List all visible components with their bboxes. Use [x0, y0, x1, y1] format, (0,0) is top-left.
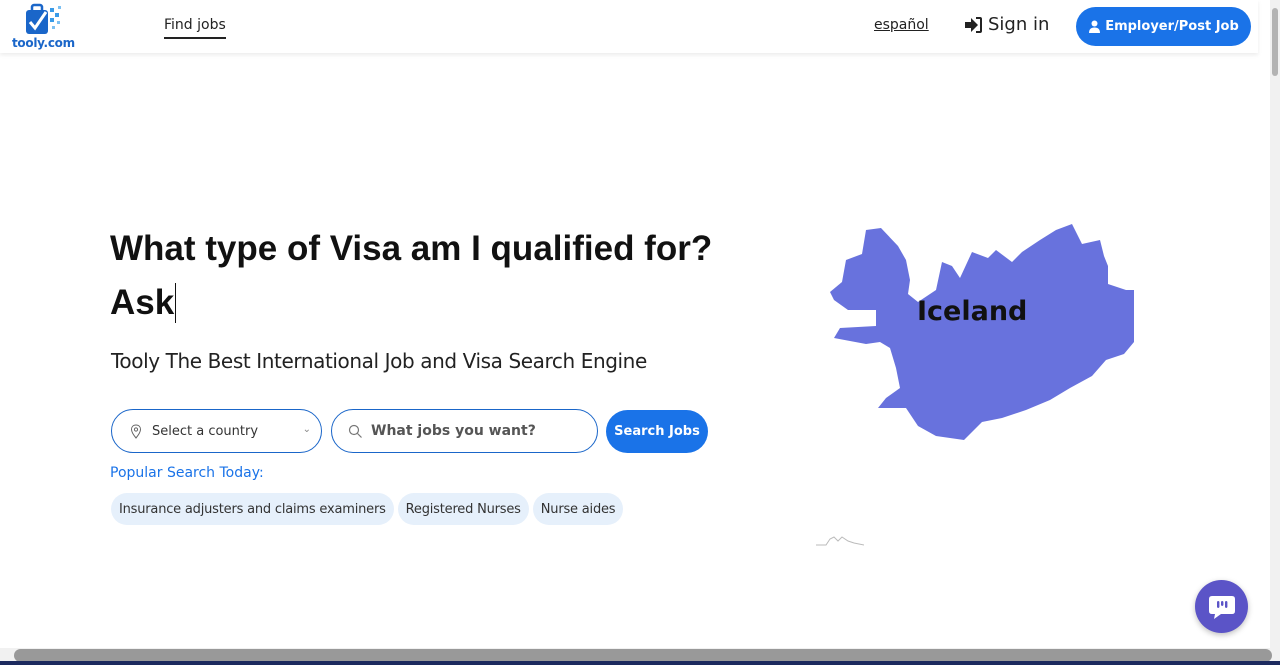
employer-post-job-button[interactable]: Employer/Post Job [1076, 7, 1251, 46]
loading-indicator [816, 536, 864, 546]
chat-widget-button[interactable] [1195, 580, 1248, 633]
employer-button-label: Employer/Post Job [1105, 19, 1239, 34]
logo[interactable]: tooly.com [12, 2, 76, 50]
logo-text: tooly.com [12, 36, 75, 50]
country-map-iceland [830, 224, 1134, 440]
popular-chip-registered-nurses[interactable]: Registered Nurses [397, 493, 529, 525]
sign-in-arrow-icon [965, 16, 982, 33]
map-country-label: Iceland [917, 296, 1028, 327]
chat-bubble-icon [1208, 595, 1235, 619]
nav-find-jobs-link[interactable]: Find jobs [164, 17, 226, 39]
popular-chip-nurse-aides[interactable]: Nurse aides [532, 493, 624, 525]
headline-line-2-wrap: Ask [110, 276, 770, 330]
bottom-strip [0, 661, 1280, 665]
logo-icon [26, 3, 61, 34]
job-search-input[interactable] [371, 423, 581, 439]
map-pin-icon [130, 423, 142, 439]
site-header: tooly.com Find jobs español Sign in Empl… [0, 0, 1258, 53]
sign-in-label: Sign in [988, 14, 1050, 35]
chevron-down-icon: ⌄ [302, 424, 311, 435]
vertical-scrollbar-thumb[interactable] [1272, 8, 1278, 76]
hero-subtitle: Tooly The Best International Job and Vis… [111, 349, 647, 373]
language-link[interactable]: español [874, 17, 929, 33]
hero-headline: What type of Visa am I qualified for? As… [110, 222, 770, 330]
text-cursor [175, 283, 177, 323]
user-icon [1089, 20, 1101, 33]
sign-in-link[interactable]: Sign in [964, 14, 1049, 35]
country-select[interactable]: Select a country ⌄ [111, 409, 322, 453]
iceland-shape [830, 224, 1134, 440]
search-jobs-button[interactable]: Search Jobs [606, 410, 708, 453]
popular-search-chips: Insurance adjusters and claims examiners… [111, 493, 624, 525]
headline-line-1: What type of Visa am I qualified for? [110, 229, 713, 268]
popular-search-label: Popular Search Today: [110, 465, 264, 481]
popular-chip-insurance-adjusters[interactable]: Insurance adjusters and claims examiners [111, 493, 394, 525]
country-select-value: Select a country [152, 423, 259, 439]
job-search-field[interactable] [331, 409, 598, 453]
headline-line-2: Ask [110, 283, 175, 322]
vertical-scrollbar[interactable] [1270, 0, 1280, 648]
search-icon [348, 424, 362, 438]
